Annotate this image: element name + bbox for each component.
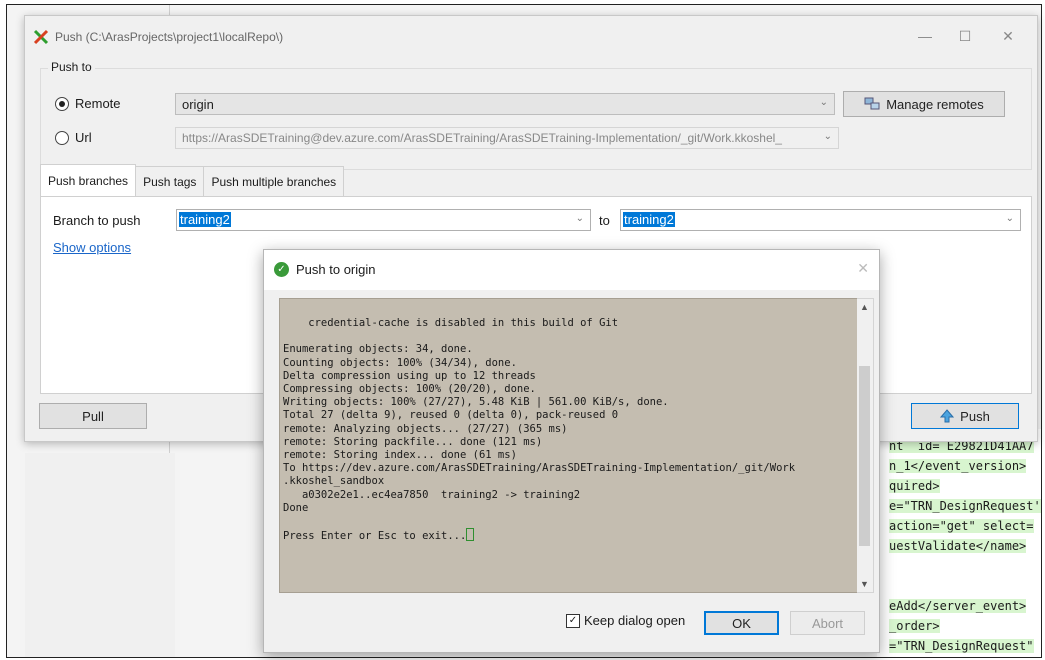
url-radio-label: Url: [75, 130, 92, 145]
url-select[interactable]: https://ArasSDETraining@dev.azure.com/Ar…: [175, 127, 839, 149]
tab-bar: Push branches Push tags Push multiple br…: [40, 164, 345, 196]
console-output-text: credential-cache is disabled in this bui…: [283, 317, 796, 543]
radio-selected-icon[interactable]: [55, 96, 69, 111]
manage-remotes-button[interactable]: Manage remotes: [843, 91, 1005, 117]
scroll-up-icon[interactable]: ▲: [860, 302, 869, 312]
target-branch-value: training2: [623, 212, 675, 227]
code-line: uestValidate</name>: [889, 539, 1027, 553]
branch-to-push-label: Branch to push: [53, 213, 141, 228]
remote-radio[interactable]: Remote: [55, 96, 121, 111]
remote-radio-label: Remote: [75, 96, 121, 111]
minimize-button[interactable]: —: [910, 24, 940, 48]
bg-code-editor: nt id= E2982ID41AA7 n_1</event_version> …: [877, 429, 1041, 657]
console-text: credential-cache is disabled in this bui…: [283, 317, 795, 543]
push-to-group: [40, 68, 1032, 170]
success-check-icon: ✓: [274, 262, 289, 277]
keep-dialog-open-label: Keep dialog open: [584, 613, 686, 628]
code-line: eAdd</server_event>: [889, 599, 1027, 613]
dialog-close-button[interactable]: ✕: [857, 260, 869, 277]
pull-button[interactable]: Pull: [39, 403, 147, 429]
chevron-down-icon: ⌄: [575, 213, 584, 224]
chevron-down-icon: ⌄: [1005, 213, 1014, 224]
branch-value: training2: [179, 212, 231, 227]
chevron-down-icon: ⌄: [819, 97, 828, 108]
tab-push-tags[interactable]: Push tags: [135, 166, 205, 196]
remote-value: origin: [182, 97, 214, 112]
tab-push-multiple-branches[interactable]: Push multiple branches: [203, 166, 345, 196]
abort-button[interactable]: Abort: [790, 611, 865, 635]
show-options-link[interactable]: Show options: [53, 240, 131, 255]
code-line: quired>: [889, 479, 940, 493]
url-radio[interactable]: Url: [55, 130, 92, 145]
remote-select[interactable]: origin ⌄: [175, 93, 835, 115]
radio-empty-icon[interactable]: [55, 130, 69, 145]
git-extensions-icon: [33, 29, 49, 45]
chevron-down-icon: ⌄: [823, 131, 832, 142]
push-label: Push: [960, 408, 990, 424]
tab-push-branches[interactable]: Push branches: [40, 164, 137, 196]
window-titlebar: Push (C:\ArasProjects\project1\localRepo…: [33, 29, 283, 45]
console-output[interactable]: credential-cache is disabled in this bui…: [279, 298, 859, 593]
push-arrow-icon: [940, 409, 955, 423]
push-button[interactable]: Push: [911, 403, 1019, 429]
console-scrollbar[interactable]: ▲ ▼: [857, 298, 874, 593]
close-button[interactable]: ✕: [993, 24, 1023, 48]
code-line: n_1</event_version>: [889, 459, 1027, 473]
maximize-button[interactable]: ☐: [950, 24, 980, 48]
window-title: Push (C:\ArasProjects\project1\localRepo…: [55, 30, 284, 44]
ok-button[interactable]: OK: [704, 611, 779, 635]
branch-select[interactable]: training2 ⌄: [176, 209, 591, 231]
code-line: _order>: [889, 619, 940, 633]
code-line: e="TRN_DesignRequest': [889, 499, 1041, 513]
scroll-thumb[interactable]: [859, 366, 870, 546]
manage-remotes-label: Manage remotes: [886, 96, 984, 112]
dialog-titlebar: ✓ Push to origin ✕: [264, 250, 879, 290]
scroll-down-icon[interactable]: ▼: [860, 579, 869, 589]
code-line: action="get" select=: [889, 519, 1034, 533]
checkbox-checked-icon[interactable]: ✓: [566, 613, 580, 628]
dialog-title-wrap: ✓ Push to origin: [274, 262, 376, 277]
text-cursor: [466, 528, 475, 542]
keep-dialog-open-checkbox[interactable]: ✓ Keep dialog open: [566, 613, 685, 628]
url-value: https://ArasSDETraining@dev.azure.com/Ar…: [182, 131, 782, 145]
dialog-title: Push to origin: [296, 262, 376, 277]
target-branch-select[interactable]: training2 ⌄: [620, 209, 1021, 231]
push-to-label: Push to: [48, 60, 95, 74]
network-icon: [864, 97, 880, 110]
code-line: ="TRN_DesignRequest": [889, 639, 1034, 653]
bg-panel: [25, 453, 175, 657]
to-label: to: [599, 213, 610, 228]
push-progress-dialog: ✓ Push to origin ✕ credential-cache is d…: [263, 249, 880, 653]
